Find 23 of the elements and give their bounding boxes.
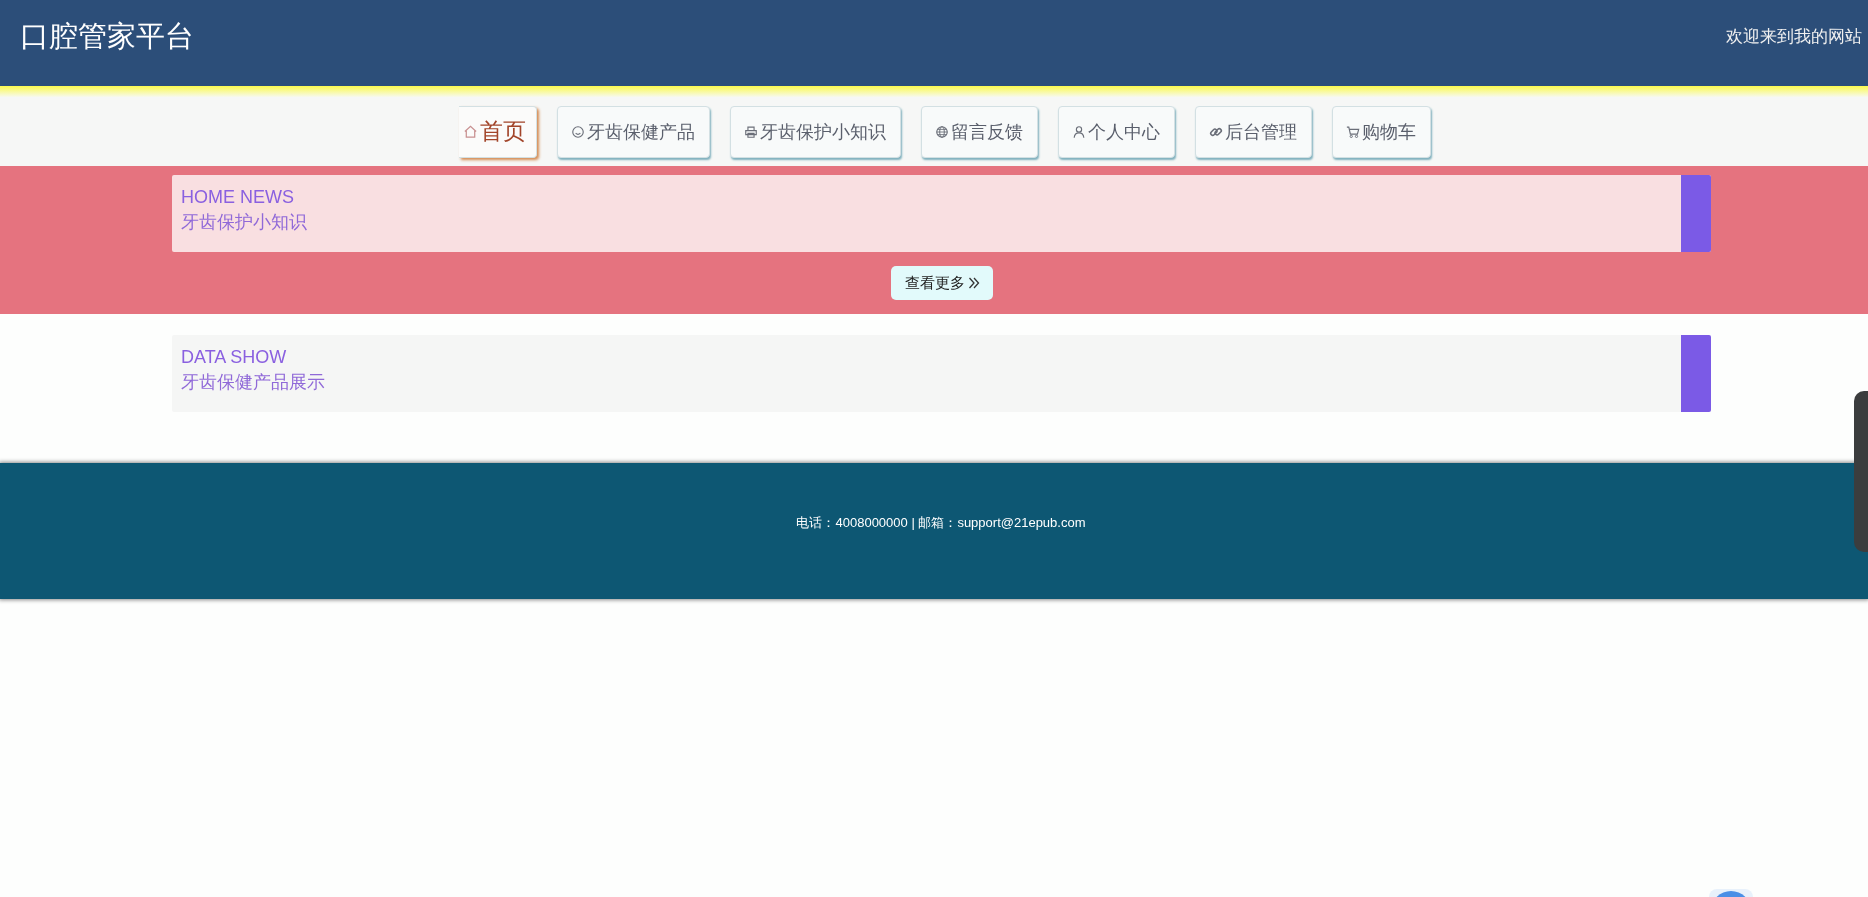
floating-button[interactable] [1709,889,1753,897]
site-title: 口腔管家平台 [20,19,194,54]
nav-tab[interactable]: 购物车 [1331,105,1431,158]
nav-tab[interactable]: 首页 [458,105,537,158]
nav-tab[interactable]: 个人中心 [1057,105,1175,158]
printer-icon [743,124,758,139]
nav-tab[interactable]: 牙齿保健产品 [556,105,710,158]
cart-icon [1345,124,1360,139]
home-icon [462,124,478,139]
section-title: DATA SHOW [181,346,287,368]
nav-tab[interactable]: 后台管理 [1194,105,1312,158]
double-chevron-icon [967,277,980,289]
user-icon [1071,124,1086,139]
section-subtitle: 牙齿保护小知识 [181,211,307,234]
welcome-text: 欢迎来到我的网站 [1726,25,1862,48]
section-title: HOME NEWS [181,186,294,208]
nav-tab[interactable]: 留言反馈 [920,105,1038,158]
smiley-icon [570,124,585,139]
nav-tab[interactable]: 牙齿保护小知识 [729,105,901,158]
section-subtitle: 牙齿保健产品展示 [181,371,325,394]
globe-icon [934,124,949,139]
view-more-button[interactable]: 查看更多 [890,266,993,300]
footer-contact: 电话：4008000000 | 邮箱：support@21epub.com [795,514,1086,532]
